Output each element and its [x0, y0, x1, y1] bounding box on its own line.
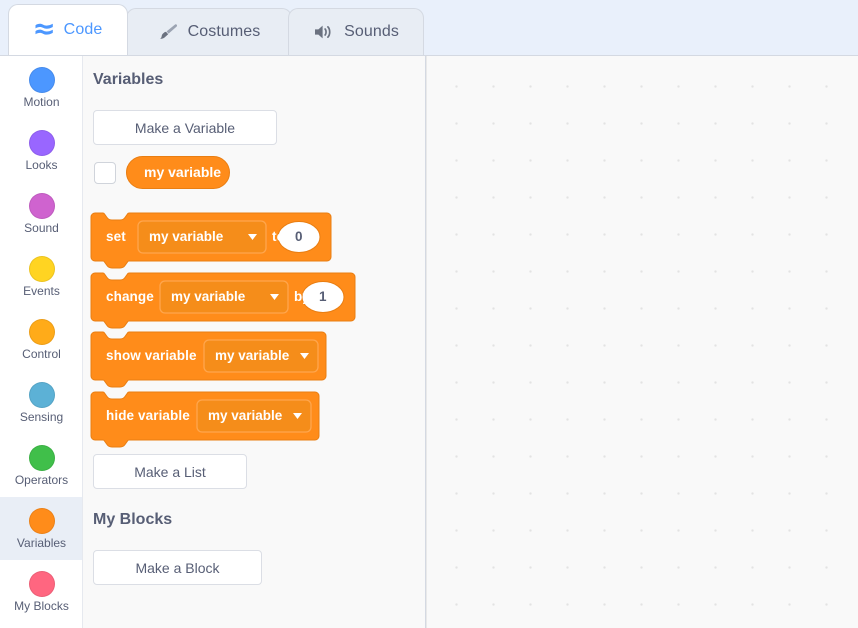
sound-color-dot: [28, 192, 55, 219]
sidebar-item-events-label: Events: [23, 283, 60, 298]
tab-sounds[interactable]: Sounds: [288, 8, 424, 55]
sidebar-item-motion-label: Motion: [23, 94, 60, 109]
sidebar-item-operators[interactable]: Operators: [0, 434, 82, 497]
scratch-editor: Code Costumes Sounds Motion Looks Sound …: [0, 0, 858, 628]
editor-tab-bar: Code Costumes Sounds: [0, 0, 858, 55]
control-color-dot: [28, 318, 55, 345]
set-variable-block[interactable]: set my variable to 0: [90, 212, 332, 270]
hide-variable-block[interactable]: hide variable my variable: [90, 391, 320, 449]
block-palette[interactable]: Variables Make a Variable my variable se…: [83, 56, 426, 628]
make-a-list-button[interactable]: Make a List: [93, 454, 247, 489]
workspace-left-edge: [426, 56, 427, 628]
sidebar-item-events[interactable]: Events: [0, 245, 82, 308]
block-category-sidebar: Motion Looks Sound Events Control Sensin…: [0, 56, 83, 628]
sidebar-item-looks-label: Looks: [25, 157, 58, 172]
variables-color-dot: [28, 507, 55, 534]
sidebar-item-sensing-label: Sensing: [19, 409, 64, 424]
make-a-variable-button[interactable]: Make a Variable: [93, 110, 277, 145]
sidebar-item-sound[interactable]: Sound: [0, 182, 82, 245]
tab-code[interactable]: Code: [8, 4, 128, 55]
paintbrush-icon: [158, 23, 179, 42]
sidebar-item-my-blocks[interactable]: My Blocks: [0, 560, 82, 623]
code-blocks-icon: [34, 22, 55, 39]
palette-section-variables: Variables: [93, 71, 164, 88]
events-color-dot: [28, 255, 55, 282]
palette-section-my-blocks: My Blocks: [93, 511, 173, 528]
speaker-icon: [313, 23, 335, 41]
change-variable-block[interactable]: change my variable by 1: [90, 272, 356, 330]
tab-costumes[interactable]: Costumes: [126, 8, 292, 55]
sidebar-item-looks[interactable]: Looks: [0, 119, 82, 182]
variable-reporter-block[interactable]: my variable: [126, 156, 230, 189]
sidebar-item-control-label: Control: [22, 346, 61, 361]
editor-body: Motion Looks Sound Events Control Sensin…: [0, 55, 858, 628]
tab-costumes-label: Costumes: [187, 23, 261, 40]
sidebar-item-sound-label: Sound: [24, 220, 59, 235]
sidebar-item-variables[interactable]: Variables: [0, 497, 82, 560]
variable-monitor-checkbox[interactable]: [94, 162, 116, 184]
sidebar-item-motion[interactable]: Motion: [0, 56, 82, 119]
operators-color-dot: [28, 444, 55, 471]
sidebar-item-control[interactable]: Control: [0, 308, 82, 371]
sidebar-item-variables-label: Variables: [16, 535, 67, 550]
tab-sounds-label: Sounds: [344, 23, 399, 40]
sidebar-item-my-blocks-label: My Blocks: [14, 598, 69, 613]
my-blocks-color-dot: [28, 570, 55, 597]
sensing-color-dot: [28, 381, 55, 408]
show-variable-block[interactable]: show variable my variable: [90, 331, 327, 389]
sidebar-item-sensing[interactable]: Sensing: [0, 371, 82, 434]
motion-color-dot: [28, 66, 55, 93]
code-workspace-canvas[interactable]: [426, 56, 858, 628]
tab-code-label: Code: [63, 21, 103, 38]
make-a-block-button[interactable]: Make a Block: [93, 550, 262, 585]
looks-color-dot: [28, 129, 55, 156]
sidebar-item-operators-label: Operators: [14, 472, 69, 487]
